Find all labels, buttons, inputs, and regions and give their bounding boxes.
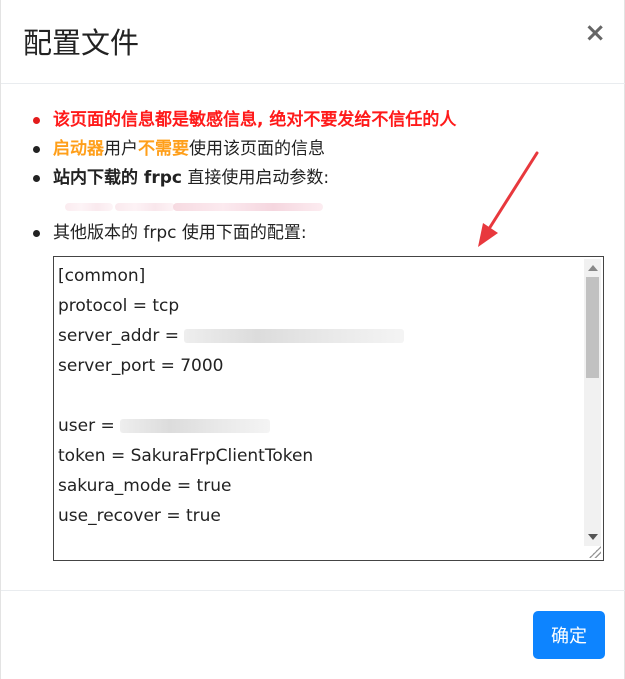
config-file-modal: 配置文件 × 该页面的信息都是敏感信息, 绝对不要发给不信任的人 启动器用户不需… xyxy=(0,0,625,679)
annotation-arrow-icon xyxy=(478,151,539,247)
